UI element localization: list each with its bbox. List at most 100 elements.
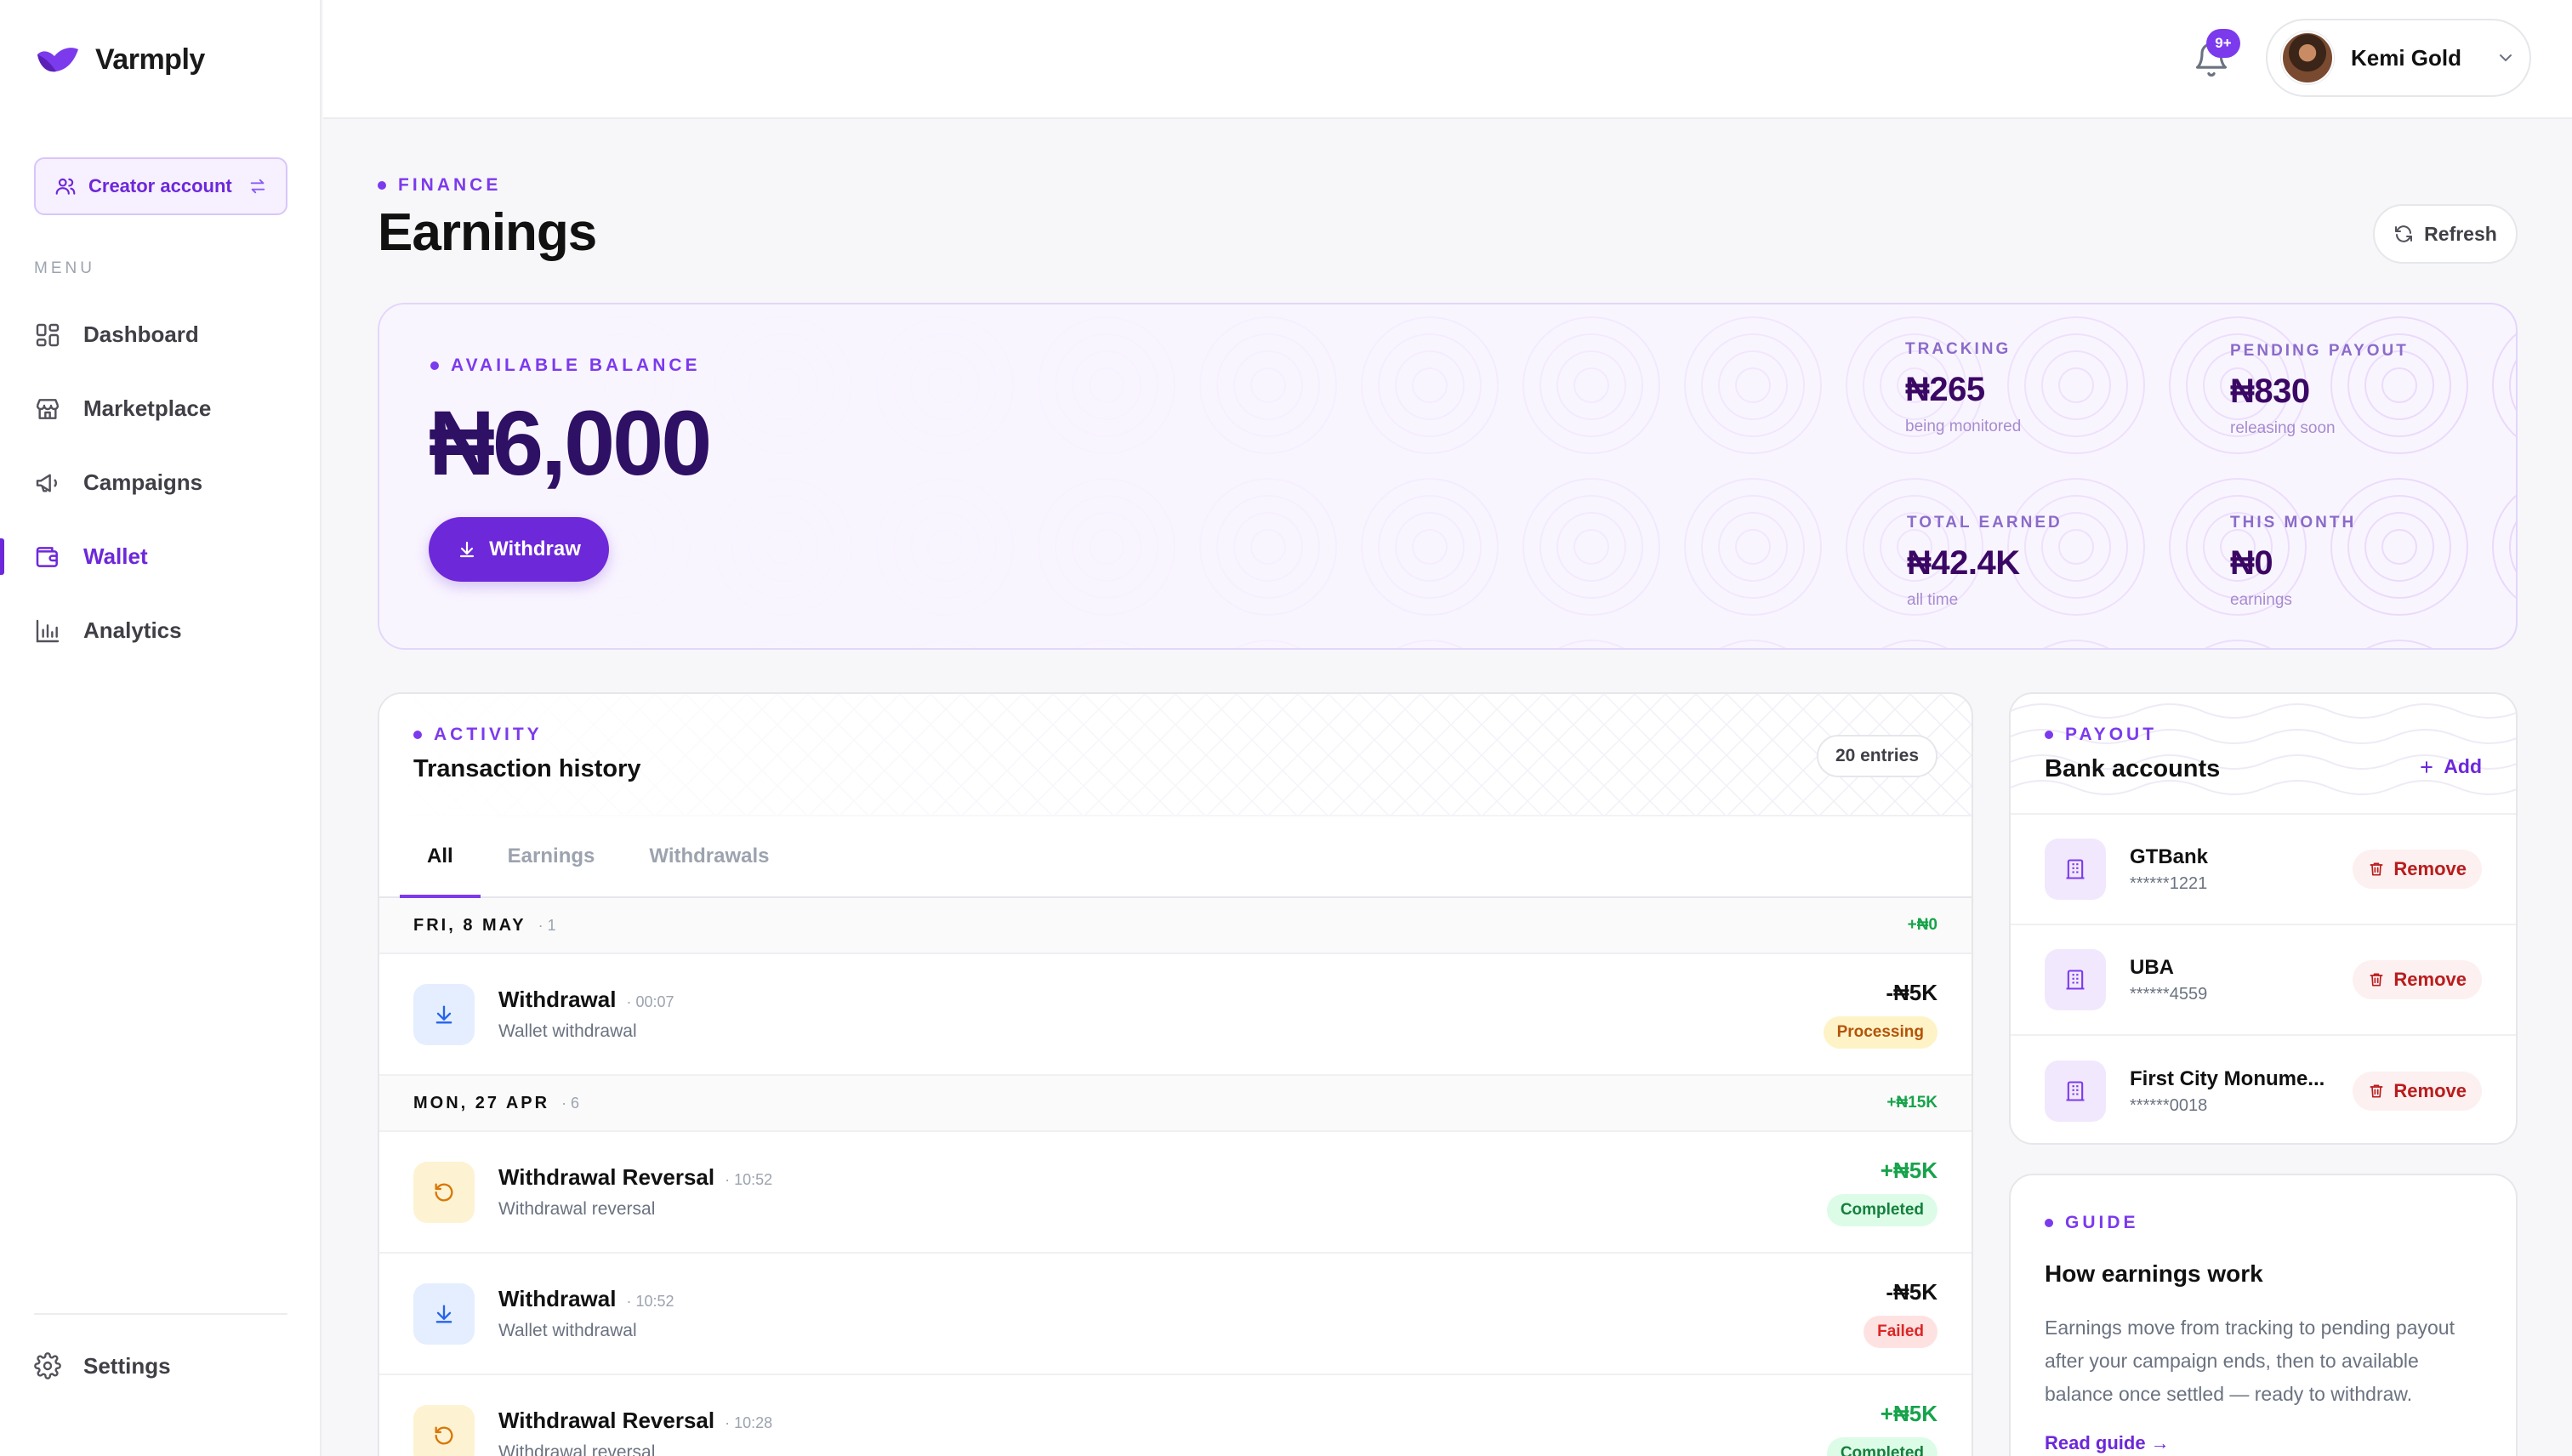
transaction-history-title: Transaction history (413, 755, 641, 782)
remove-bank-button[interactable]: Remove (2353, 960, 2482, 999)
bank-account-number: ******0018 (2130, 1095, 2208, 1115)
account-switch-button[interactable]: Creator account (34, 157, 287, 215)
page-eyebrow: FINANCE (378, 175, 501, 196)
tab-withdrawals[interactable]: Withdrawals (622, 816, 796, 896)
transaction-info: Withdrawal · 10:52 Wallet withdrawal (498, 1286, 1864, 1341)
refresh-button[interactable]: Refresh (2373, 204, 2518, 264)
page-title: Earnings (378, 203, 597, 262)
stat-sub: earnings (2230, 591, 2292, 609)
transaction-description: Wallet withdrawal (498, 1321, 637, 1340)
status-badge: Completed (1826, 1437, 1938, 1456)
tab-earnings[interactable]: Earnings (481, 816, 623, 896)
stat-label: TOTAL EARNED (1907, 514, 2063, 532)
sidebar-item-dashboard[interactable]: Dashboard (0, 298, 320, 372)
store-icon (36, 398, 60, 419)
bank-info: First City Monume... ******0018 (2130, 1067, 2339, 1116)
sidebar-item-label: Wallet (83, 543, 148, 569)
varmply-logo-icon (37, 48, 78, 72)
tab-all[interactable]: All (400, 816, 481, 898)
eyebrow-dot (2045, 731, 2053, 739)
transaction-amount-block: +₦5K Completed (1826, 1401, 1938, 1456)
transaction-info: Withdrawal Reversal · 10:52 Withdrawal r… (498, 1164, 1827, 1220)
user-menu-button[interactable]: Kemi Gold (2266, 19, 2531, 97)
transaction-amount: -₦5K (1886, 1279, 1938, 1305)
status-badge: Processing (1823, 1016, 1938, 1049)
remove-bank-button[interactable]: Remove (2353, 1072, 2482, 1111)
trash-icon (2370, 862, 2383, 876)
transaction-description: Withdrawal reversal (498, 1442, 656, 1456)
page-eyebrow-text: FINANCE (398, 175, 502, 195)
remove-label: Remove (2393, 969, 2467, 990)
status-badge: Failed (1864, 1316, 1938, 1348)
sidebar-item-wallet[interactable]: Wallet (0, 520, 320, 594)
date-group-header: MON, 27 APR · 6 +₦15K (379, 1076, 1972, 1132)
eyebrow-dot (2045, 1219, 2053, 1227)
transaction-amount-block: -₦5K Failed (1864, 1279, 1938, 1348)
add-bank-button[interactable]: Add (2418, 755, 2482, 778)
transaction-row[interactable]: Withdrawal · 10:52 Wallet withdrawal -₦5… (379, 1254, 1972, 1375)
transaction-amount: -₦5K (1886, 980, 1938, 1005)
read-guide-link[interactable]: Read guide → (2045, 1432, 2170, 1454)
balance-eyebrow: AVAILABLE BALANCE (430, 355, 701, 376)
download-icon (460, 541, 475, 558)
download-icon (435, 1005, 452, 1023)
remove-label: Remove (2393, 1080, 2467, 1101)
brand[interactable]: Varmply (34, 43, 205, 77)
entries-count-badge: 20 entries (1816, 735, 1938, 777)
date-group-date: FRI, 8 MAY (413, 915, 526, 935)
remove-bank-button[interactable]: Remove (2353, 850, 2482, 889)
bank-info: GTBank ******1221 (2130, 845, 2339, 894)
date-group-date: MON, 27 APR (413, 1093, 550, 1112)
menu-label: MENU (34, 259, 95, 277)
transaction-time: · 10:52 (725, 1171, 773, 1188)
bank-info: UBA ******4559 (2130, 956, 2339, 1004)
transaction-amount: +₦5K (1880, 1401, 1938, 1426)
payout-eyebrow-text: PAYOUT (2065, 725, 2158, 744)
transaction-row[interactable]: Withdrawal · 00:07 Wallet withdrawal -₦5… (379, 954, 1972, 1076)
avatar (2281, 31, 2334, 84)
transaction-name: Withdrawal Reversal (498, 1164, 715, 1190)
add-bank-label: Add (2444, 755, 2482, 777)
bank-accounts-card: PAYOUT Bank accounts Add GTBank ******12… (2009, 692, 2518, 1145)
withdrawal-icon-tile (413, 983, 475, 1045)
sidebar-item-marketplace[interactable]: Marketplace (0, 372, 320, 446)
eyebrow-dot (430, 361, 439, 370)
transaction-row[interactable]: Withdrawal Reversal · 10:28 Withdrawal r… (379, 1375, 1972, 1456)
gear-icon (34, 1352, 61, 1379)
refresh-icon (2395, 225, 2413, 242)
transaction-amount-block: +₦5K Completed (1826, 1157, 1938, 1226)
stat-this-month: THIS MONTH ₦0 earnings (2230, 514, 2356, 610)
notification-badge: 9+ (2206, 29, 2240, 58)
stat-value: ₦42.4K (1907, 544, 2020, 582)
bank-account-row: First City Monume... ******0018 Remove (2011, 1036, 2516, 1143)
transaction-name: Withdrawal Reversal (498, 1408, 715, 1433)
account-switch-label: Creator account (88, 175, 232, 196)
stat-label: PENDING PAYOUT (2230, 342, 2409, 360)
swap-icon (250, 179, 265, 194)
transaction-row[interactable]: Withdrawal Reversal · 10:52 Withdrawal r… (379, 1132, 1972, 1254)
withdrawal-icon-tile (413, 1283, 475, 1345)
building-icon (2066, 1081, 2085, 1101)
stat-pending-payout: PENDING PAYOUT ₦830 releasing soon (2230, 342, 2409, 438)
refresh-label: Refresh (2424, 222, 2497, 245)
bank-icon-tile (2045, 839, 2106, 900)
user-name: Kemi Gold (2351, 44, 2462, 71)
transaction-description: Wallet withdrawal (498, 1021, 637, 1041)
stat-sub: all time (1907, 591, 1959, 609)
date-group-header: FRI, 8 MAY · 1 +₦0 (379, 898, 1972, 954)
building-icon (2066, 970, 2085, 990)
bank-icon-tile (2045, 949, 2106, 1010)
sidebar-item-campaigns[interactable]: Campaigns (0, 446, 320, 520)
settings-label: Settings (83, 1352, 171, 1379)
bank-name: UBA (2130, 955, 2174, 979)
trash-icon (2370, 973, 2383, 987)
sidebar-divider (34, 1313, 287, 1315)
transaction-tabs: All Earnings Withdrawals (379, 816, 1972, 898)
sidebar-item-analytics[interactable]: Analytics (0, 594, 320, 668)
sidebar-item-label: Analytics (83, 617, 182, 643)
withdraw-button[interactable]: Withdraw (429, 517, 609, 582)
grid-icon (36, 323, 60, 346)
sidebar-item-settings[interactable]: Settings (34, 1352, 171, 1379)
sidebar-item-label: Campaigns (83, 469, 203, 495)
brand-name: Varmply (95, 43, 205, 76)
